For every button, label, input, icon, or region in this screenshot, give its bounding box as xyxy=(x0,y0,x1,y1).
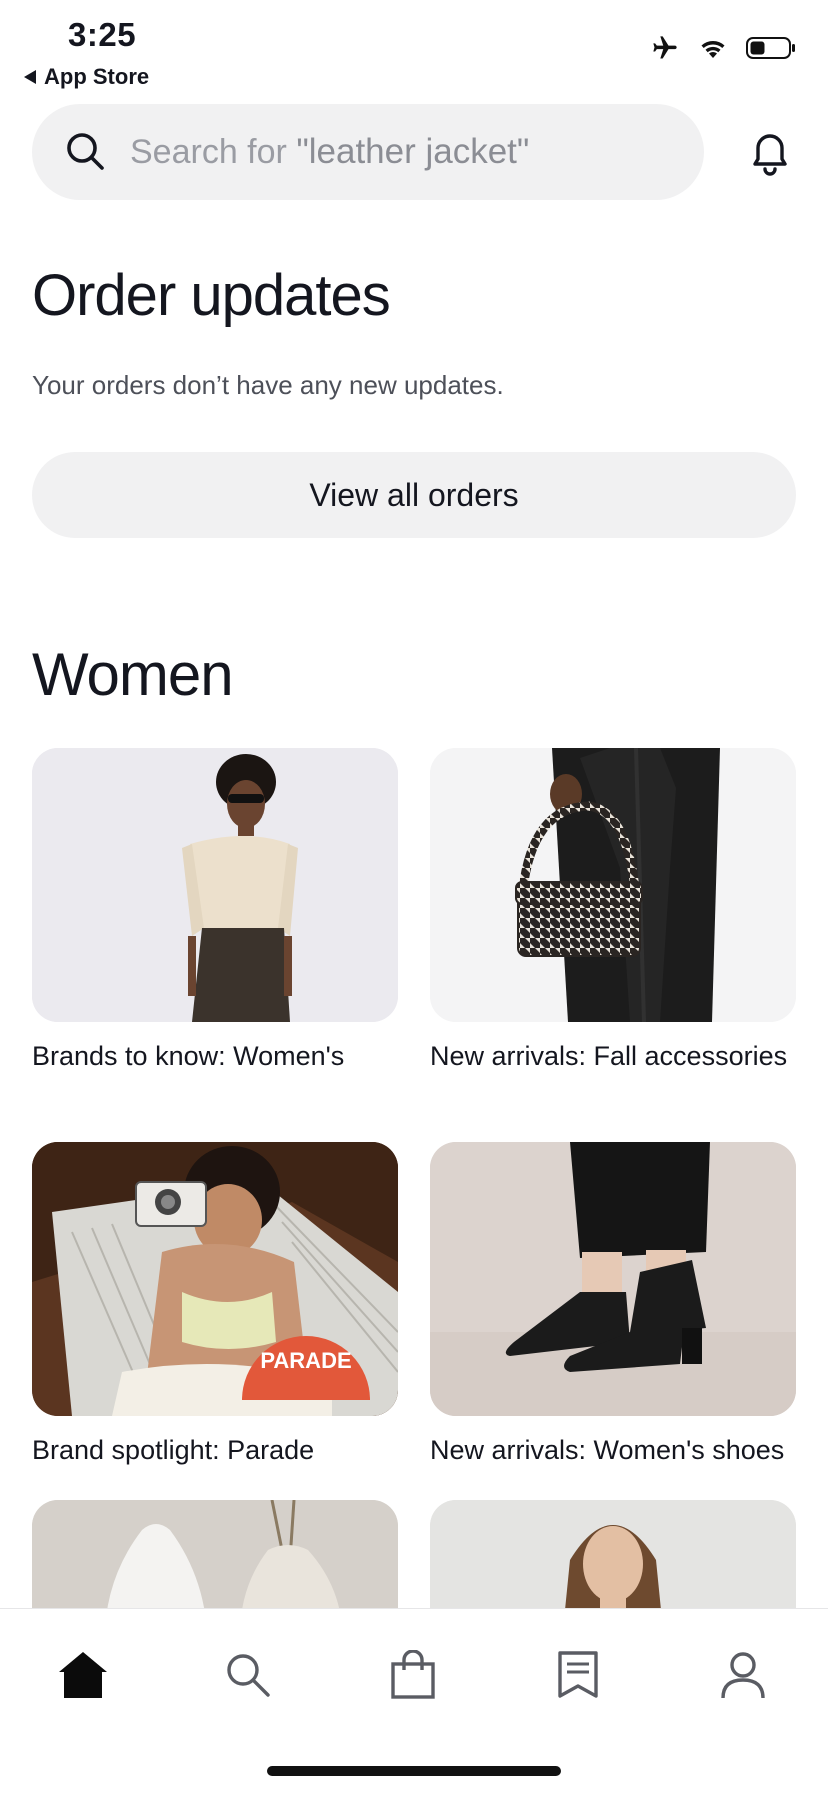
parade-logo: PARADE xyxy=(260,1348,351,1373)
airplane-mode-icon xyxy=(653,36,677,59)
search-placeholder: Search for "leather jacket" xyxy=(130,132,529,172)
notifications-bell-icon[interactable] xyxy=(744,126,796,178)
back-to-app-store-link[interactable]: App Store xyxy=(24,64,149,90)
card-new-arrivals-womens-shoes[interactable]: New arrivals: Women's shoes xyxy=(430,1142,796,1469)
search-icon xyxy=(227,1654,270,1697)
search-placeholder-query: "leather jacket" xyxy=(296,132,530,171)
card-image: PARADE xyxy=(32,1142,398,1416)
view-all-orders-button[interactable]: View all orders xyxy=(32,452,796,538)
wifi-icon xyxy=(701,41,725,58)
card-brands-to-know[interactable]: Brands to know: Women's xyxy=(32,748,398,1075)
bag-icon xyxy=(391,1650,435,1699)
women-section-title: Women xyxy=(32,641,234,708)
handbag-photo xyxy=(430,748,796,1022)
tab-orders[interactable] xyxy=(548,1645,608,1705)
shoes-photo xyxy=(430,1142,796,1416)
home-indicator xyxy=(267,1766,561,1776)
card-image xyxy=(430,1142,796,1416)
battery-icon xyxy=(746,37,795,59)
card-new-arrivals-fall-accessories[interactable]: New arrivals: Fall accessories xyxy=(430,748,796,1075)
profile-icon xyxy=(721,1652,765,1699)
search-row: Search for "leather jacket" xyxy=(32,104,796,200)
card-caption: Brands to know: Women's xyxy=(32,1041,345,1071)
order-updates-message: Your orders don’t have any new updates. xyxy=(32,370,504,400)
home-icon xyxy=(59,1652,107,1698)
card-caption: Brand spotlight: Parade xyxy=(32,1435,315,1465)
back-link-label: App Store xyxy=(44,64,150,89)
card-brand-spotlight-parade[interactable]: PARADE Brand spotlight: Parade xyxy=(32,1142,398,1469)
status-icons xyxy=(650,34,796,62)
tab-search[interactable] xyxy=(218,1645,278,1705)
status-bar: 3:25 App Store xyxy=(0,0,828,92)
order-updates-title: Order updates xyxy=(32,263,391,328)
receipt-icon xyxy=(558,1651,598,1698)
tab-home[interactable] xyxy=(53,1645,113,1705)
search-placeholder-prefix: Search for xyxy=(130,133,297,171)
parade-photo: PARADE xyxy=(32,1142,398,1416)
card-caption: New arrivals: Fall accessories xyxy=(430,1041,788,1071)
card-caption: New arrivals: Women's shoes xyxy=(430,1435,785,1465)
search-icon xyxy=(67,133,104,170)
tab-bag[interactable] xyxy=(383,1645,443,1705)
card-image xyxy=(430,748,796,1022)
back-arrow-icon xyxy=(24,70,36,84)
status-time: 3:25 xyxy=(68,16,137,53)
tab-profile[interactable] xyxy=(713,1645,773,1705)
model-photo xyxy=(32,748,398,1022)
card-image xyxy=(32,748,398,1022)
search-input[interactable]: Search for "leather jacket" xyxy=(32,104,704,200)
